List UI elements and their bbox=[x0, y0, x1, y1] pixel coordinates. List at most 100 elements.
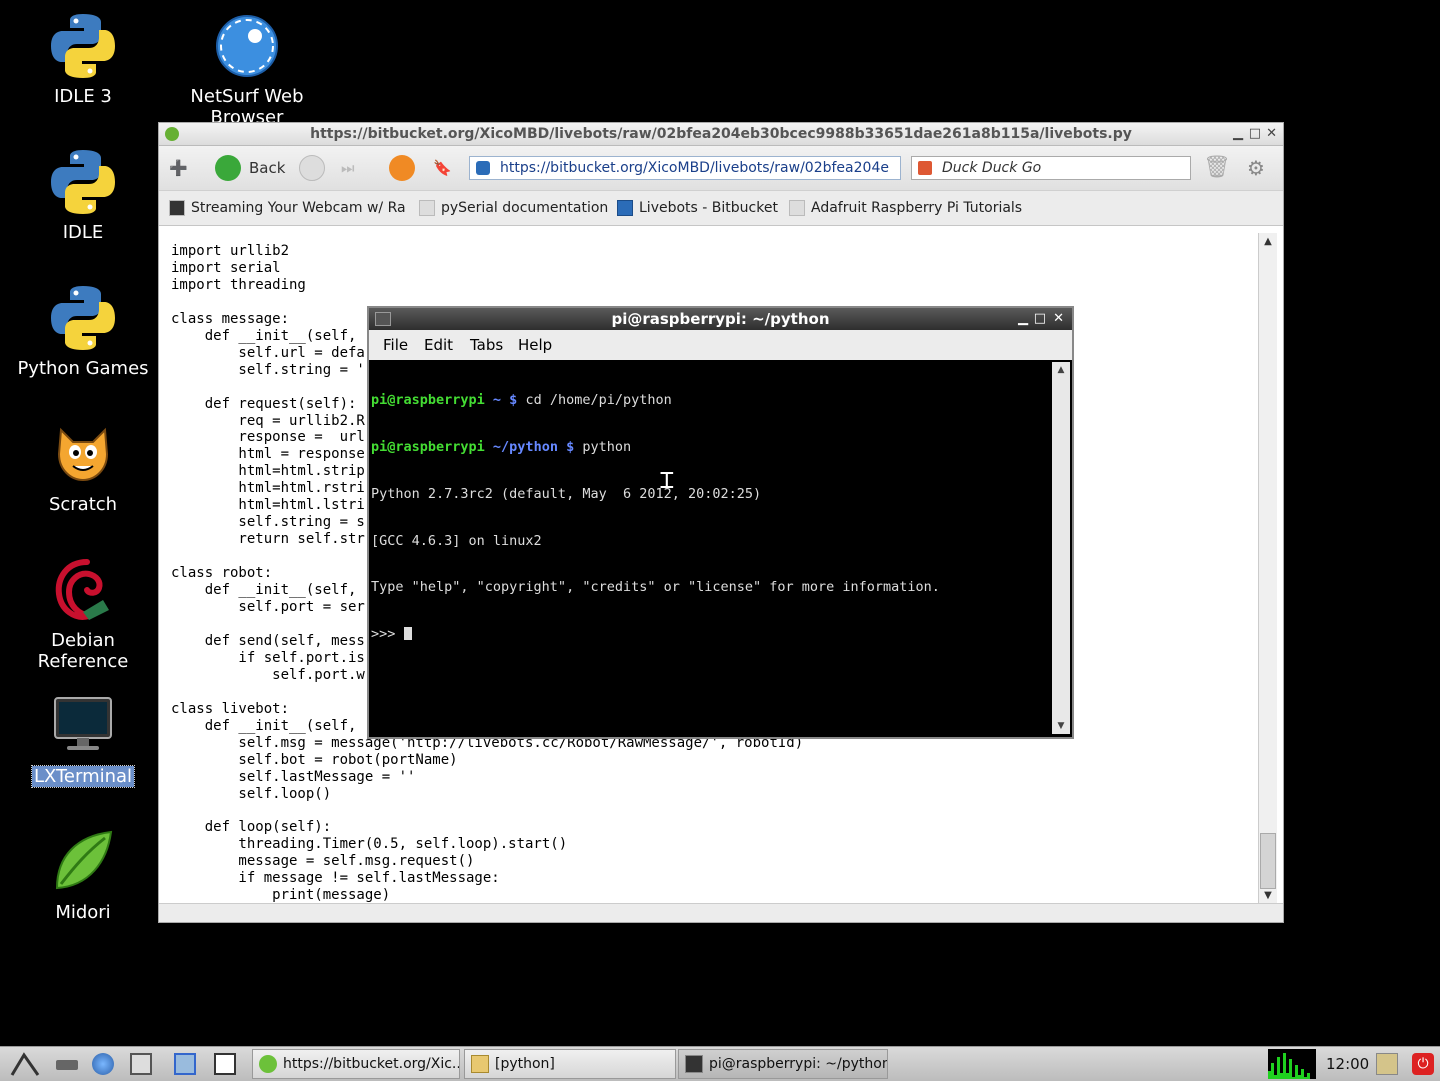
task-label: https://bitbucket.org/Xic... bbox=[283, 1056, 460, 1072]
browser-title: https://bitbucket.org/XicoMBD/livebots/r… bbox=[310, 126, 1132, 142]
midori-app-icon bbox=[165, 127, 179, 141]
menu-file[interactable]: File bbox=[383, 330, 408, 360]
scroll-up-icon[interactable]: ▲ bbox=[1259, 233, 1277, 251]
fast-forward-icon[interactable]: ⏭ bbox=[341, 154, 355, 182]
workspace-2-icon[interactable] bbox=[214, 1053, 236, 1075]
desktop-icon-debian-reference[interactable]: Debian Reference bbox=[8, 554, 158, 672]
menu-edit[interactable]: Edit bbox=[424, 330, 453, 360]
code-line: print(message) bbox=[171, 887, 391, 904]
desktop-icon-label: NetSurf Web Browser bbox=[190, 86, 304, 122]
desktop-icon-lxterminal[interactable]: LXTerminal bbox=[8, 690, 158, 788]
settings-icon[interactable]: ⚙ bbox=[1247, 154, 1265, 182]
code-line: def loop(self): bbox=[171, 819, 332, 836]
back-arrow-icon[interactable] bbox=[215, 155, 241, 181]
python-icon bbox=[47, 146, 119, 218]
desktop-icon-scratch[interactable]: Scratch bbox=[8, 418, 158, 515]
search-bar[interactable]: Duck Duck Go bbox=[911, 156, 1191, 180]
task-label: pi@raspberrypi: ~/python bbox=[709, 1056, 888, 1072]
desktop-icon-python-games[interactable]: Python Games bbox=[8, 282, 158, 379]
scroll-up-icon[interactable]: ▲ bbox=[1052, 362, 1070, 378]
taskbar-task-browser[interactable]: https://bitbucket.org/Xic... bbox=[252, 1049, 460, 1079]
desktop-icon-midori[interactable]: Midori bbox=[8, 826, 158, 923]
taskbar: https://bitbucket.org/Xic... [python] pi… bbox=[0, 1046, 1440, 1081]
vertical-scrollbar[interactable]: ▲ ▼ bbox=[1258, 233, 1277, 905]
midori-leaf-icon bbox=[47, 826, 119, 898]
bookmark-add-icon[interactable]: 🔖 bbox=[433, 154, 452, 182]
close-icon[interactable]: ✕ bbox=[1266, 123, 1277, 145]
url-bar[interactable]: https://bitbucket.org/XicoMBD/livebots/r… bbox=[469, 156, 901, 180]
cpu-monitor-graph[interactable] bbox=[1268, 1049, 1316, 1079]
forward-arrow-icon[interactable] bbox=[299, 155, 325, 181]
text-cursor bbox=[403, 627, 412, 641]
bookmark-label: Streaming Your Webcam w/ Ra bbox=[191, 200, 406, 216]
desktop-icon-label: Midori bbox=[55, 902, 111, 923]
monitor-icon bbox=[685, 1055, 703, 1073]
code-line: import threading bbox=[171, 276, 306, 293]
screen-lock-icon[interactable] bbox=[1376, 1053, 1398, 1075]
desktop-icon-label: Python Games bbox=[17, 358, 149, 379]
maximize-icon[interactable]: □ bbox=[1034, 308, 1046, 330]
browser-titlebar[interactable]: https://bitbucket.org/XicoMBD/livebots/r… bbox=[159, 123, 1283, 146]
desktop-icon-label: Scratch bbox=[48, 494, 118, 515]
code-line: self.lastMessage = '' bbox=[171, 768, 416, 785]
scratch-cat-icon bbox=[47, 418, 119, 490]
desktop-icon-netsurf[interactable]: NetSurf Web Browser bbox=[172, 10, 322, 122]
stop-reload-icon[interactable] bbox=[389, 155, 415, 181]
web-browser-icon[interactable] bbox=[92, 1053, 114, 1075]
code-line: if message != self.lastMessage: bbox=[171, 870, 500, 887]
menu-raspberry-icon[interactable] bbox=[10, 1051, 40, 1077]
desktop-icon-label: IDLE 3 bbox=[54, 86, 112, 107]
code-line: self.loop() bbox=[171, 785, 332, 802]
show-desktop-icon[interactable] bbox=[130, 1053, 152, 1075]
code-line: message = self.msg.request() bbox=[171, 853, 475, 870]
site-favicon bbox=[476, 161, 490, 175]
file-manager-icon[interactable] bbox=[56, 1060, 78, 1070]
code-line: self.bot = robot(portName) bbox=[171, 751, 458, 768]
terminal-line: [GCC 4.6.3] on linux2 bbox=[371, 532, 542, 549]
scroll-thumb[interactable] bbox=[1260, 833, 1276, 889]
bookmark-label: Livebots - Bitbucket bbox=[639, 200, 778, 216]
taskbar-task-file-manager[interactable]: [python] bbox=[464, 1049, 676, 1079]
scroll-down-icon[interactable]: ▼ bbox=[1052, 718, 1070, 734]
minimize-icon[interactable]: ▁ bbox=[1018, 308, 1028, 330]
desktop-icon-idle3[interactable]: IDLE 3 bbox=[8, 10, 158, 107]
terminal-scrollbar[interactable]: ▲ ▼ bbox=[1052, 362, 1070, 734]
netsurf-globe-icon bbox=[211, 10, 283, 82]
terminal-output[interactable]: pi@raspberrypi ~ $ cd /home/pi/python pi… bbox=[371, 362, 1049, 734]
terminal-line: pi@raspberrypi ~/python $ python bbox=[371, 438, 632, 455]
bookmark-item[interactable]: Adafruit Raspberry Pi Tutorials bbox=[789, 191, 1022, 225]
terminal-title: pi@raspberrypi: ~/python bbox=[611, 310, 830, 328]
browser-toolbar: ➕ Back ⏭ 🔖 https://bitbucket.org/XicoMBD… bbox=[159, 146, 1283, 191]
terminal-line: pi@raspberrypi ~ $ cd /home/pi/python bbox=[371, 392, 672, 409]
taskbar-task-terminal[interactable]: pi@raspberrypi: ~/python bbox=[678, 1049, 888, 1079]
power-icon[interactable]: ⏻ bbox=[1412, 1053, 1434, 1075]
clock[interactable]: 12:00 bbox=[1326, 1047, 1369, 1081]
desktop-icon-label: IDLE bbox=[62, 222, 104, 243]
bookmark-item[interactable]: Streaming Your Webcam w/ Ra bbox=[169, 191, 406, 225]
monitor-icon bbox=[47, 690, 119, 762]
minimize-icon[interactable]: ▁ bbox=[1233, 123, 1243, 145]
terminal-titlebar[interactable]: pi@raspberrypi: ~/python ▁ □ ✕ bbox=[369, 308, 1072, 330]
bookmark-label: Adafruit Raspberry Pi Tutorials bbox=[811, 200, 1023, 216]
desktop-icon-idle[interactable]: IDLE bbox=[8, 146, 158, 243]
maximize-icon[interactable]: □ bbox=[1249, 123, 1261, 145]
back-button[interactable]: Back bbox=[249, 154, 285, 182]
new-tab-icon[interactable]: ➕ bbox=[169, 154, 188, 182]
status-bar bbox=[159, 903, 1283, 922]
bookmark-item[interactable]: pySerial documentation bbox=[419, 191, 608, 225]
duckduckgo-icon bbox=[918, 161, 932, 175]
debian-swirl-icon bbox=[47, 554, 119, 626]
trash-icon[interactable]: 🗑 bbox=[1203, 154, 1231, 182]
close-icon[interactable]: ✕ bbox=[1053, 308, 1064, 330]
menu-tabs[interactable]: Tabs bbox=[470, 330, 503, 360]
bookmark-label: pySerial documentation bbox=[441, 200, 609, 216]
code-line: import urllib2 bbox=[171, 243, 290, 259]
code-line: import serial bbox=[171, 259, 281, 276]
terminal-prompt-line: >>> bbox=[371, 626, 1049, 643]
menu-help[interactable]: Help bbox=[518, 330, 552, 360]
workspace-1-icon[interactable] bbox=[174, 1053, 196, 1075]
terminal-line: Python 2.7.3rc2 (default, May 6 2012, 20… bbox=[371, 485, 762, 502]
terminal-app-icon bbox=[375, 312, 391, 326]
bookmark-item[interactable]: Livebots - Bitbucket bbox=[617, 191, 778, 225]
url-text: https://bitbucket.org/XicoMBD/livebots/r… bbox=[500, 160, 889, 176]
